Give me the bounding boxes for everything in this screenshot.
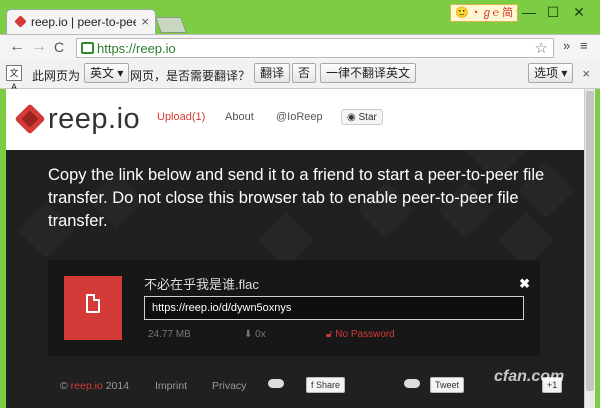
tab-title: reep.io | peer-to-peer f [31,15,136,29]
github-star-button[interactable]: ◉ Star [341,109,383,125]
file-card: 不必在乎我是谁.flac ✖ https://reep.io/d/dywn5ox… [48,260,540,356]
maximize-button[interactable]: ☐ [540,3,566,21]
translate-icon: 文A [6,65,22,92]
password-label: No Password [335,329,395,340]
back-arrow-icon[interactable]: ← [9,38,25,56]
translate-options-button[interactable]: 选项 ▾ [528,63,574,83]
page-viewport: reep.io Upload(1) About @IoReep ◉ Star C… [6,89,584,408]
no-translate-button[interactable]: 否 [292,63,317,83]
download-count: ⬇ 0x [244,329,266,340]
extensions-overflow-icon[interactable]: » [563,38,570,53]
hero-message: Copy the link below and send it to a fri… [48,166,545,230]
browser-tab[interactable]: reep.io | peer-to-peer f × [6,9,156,34]
translate-button[interactable]: 翻译 [254,63,291,83]
nav-about[interactable]: About [225,111,254,123]
cloud-icon [404,379,420,388]
reep-logo-icon[interactable] [14,103,46,135]
facebook-share-button[interactable]: f Share [306,377,346,393]
unlock-icon: 🔓︎ [326,329,336,340]
document-icon [86,294,100,313]
share-link-field[interactable]: https://reep.io/d/dywn5oxnys [144,296,524,320]
page-scrollbar[interactable] [584,89,595,408]
translate-question: 网页，是否需要翻译？ [130,69,251,83]
github-icon: ◉ [347,112,359,123]
tweet-button[interactable]: Tweet [430,377,465,393]
menu-icon[interactable]: ≡ [580,38,588,53]
copyright-sign: © [60,380,68,392]
nav-upload[interactable]: Upload(1) [157,111,205,123]
footer-imprint[interactable]: Imprint [155,380,187,392]
file-thumbnail [64,276,122,340]
footer-brand[interactable]: reep.io [71,380,103,392]
footer-privacy[interactable]: Privacy [212,380,246,392]
address-bar[interactable]: https://reep.io ☆ [76,38,554,58]
title-bar: reep.io | peer-to-peer f × 🙂 ◔ ℊ℮ 简 金 — … [0,0,600,34]
remove-file-icon[interactable]: ✖ [519,276,530,292]
minimize-button[interactable]: — [516,3,542,21]
browser-window: reep.io | peer-to-peer f × 🙂 ◔ ℊ℮ 简 金 — … [0,0,600,408]
site-logo[interactable]: reep.io [48,103,140,136]
new-tab-button[interactable] [155,17,187,33]
download-icon: ⬇ [244,329,256,340]
translate-close-icon[interactable]: × [582,66,590,81]
address-url: https://reep.io [97,41,176,56]
reload-icon[interactable]: C [54,39,64,55]
close-window-button[interactable]: ✕ [566,3,592,21]
forward-arrow-icon[interactable]: → [31,38,47,56]
never-translate-button[interactable]: 一律不翻译英文 [320,63,417,83]
tab-close-icon[interactable]: × [141,14,149,29]
nav-twitter[interactable]: @IoReep [276,111,323,123]
file-size: 24.77 MB [148,329,191,340]
github-star-label: Star [358,112,377,123]
reep-favicon-icon [14,15,27,28]
scrollbar-thumb[interactable] [586,91,594,391]
footer-copyright: © reep.io 2014 [60,380,129,392]
ime-badge[interactable]: 🙂 ◔ ℊ℮ 简 金 [450,4,518,22]
cloud-icon [268,379,284,388]
language-select[interactable]: 英文 ▾ [84,63,130,83]
lock-icon [81,42,94,54]
translate-prefix: 此网页为 [32,69,81,83]
download-count-value: 0x [255,329,266,340]
browser-toolbar: ← → C https://reep.io ☆ » ≡ [0,34,600,61]
translate-bar: 文A 此网页为 英文 ▾ 网页，是否需要翻译？ 翻译 否 一律不翻译英文 选项 … [0,60,600,92]
footer-year: 2014 [105,380,130,392]
file-name: 不必在乎我是谁.flac [144,277,259,292]
password-status[interactable]: 🔓︎ No Password [326,329,395,340]
site-header: reep.io Upload(1) About @IoReep ◉ Star [6,89,584,150]
watermark: cfan.com [494,368,565,385]
bookmark-star-icon[interactable]: ☆ [535,39,548,57]
